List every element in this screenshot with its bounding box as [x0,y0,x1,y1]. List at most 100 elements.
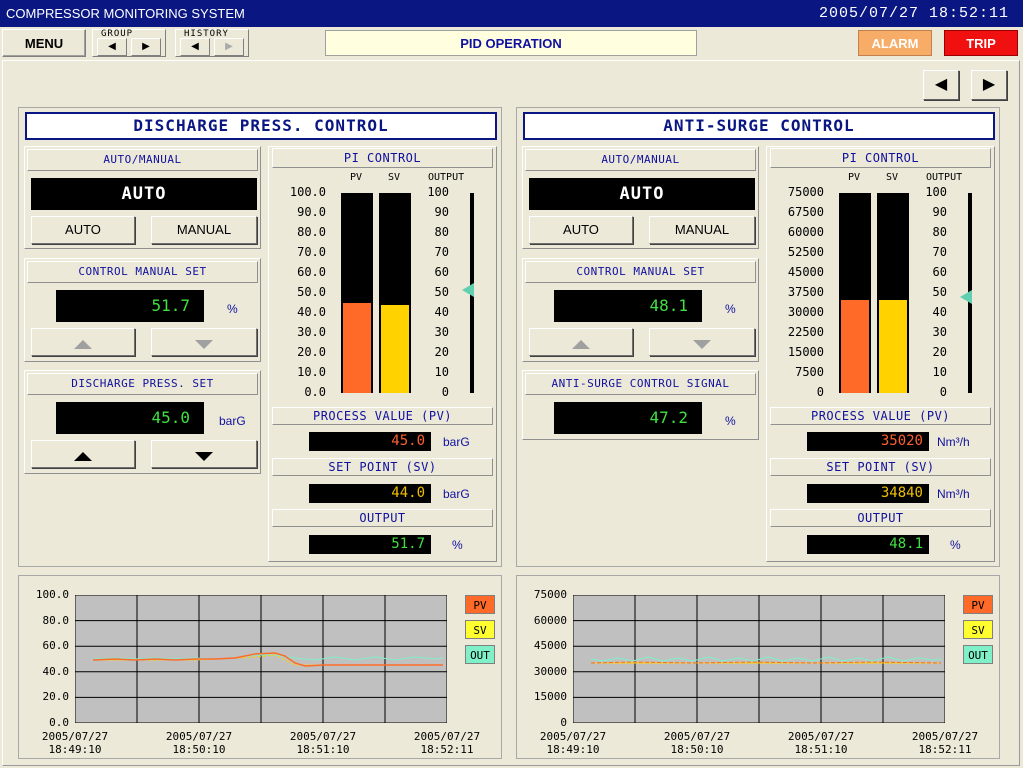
triangle-right-icon: ▶ [225,41,233,52]
control-manual-set-label: CONTROL MANUAL SET [525,261,756,283]
output-unit: % [452,538,463,552]
x-tick-date: 2005/07/27 [41,730,109,743]
scale-tick-label: 75000 [787,185,824,199]
scale-tick-label: 10.0 [297,365,326,379]
antisurge-title: ANTI-SURGE CONTROL [523,112,995,140]
y-tick-label: 20.0 [42,690,70,704]
scale-tick-label: 37500 [787,285,824,299]
output-scale-tick-label: 10 [434,365,449,379]
control-manual-set-value: 48.1 [554,290,702,322]
x-tick-label: 2005/07/27 18:49:10 [528,730,618,756]
antisurge-signal-unit: % [725,414,736,428]
set-point-unit: Nm³/h [937,487,970,501]
output-scale-tick-label: 0 [441,385,449,399]
x-tick-date: 2005/07/27 [413,730,481,743]
scale-tick-label: 7500 [795,365,824,379]
discharge-press-set-value: 45.0 [56,402,204,434]
discharge-press-set-label: DISCHARGE PRESS. SET [27,373,258,395]
trip-button[interactable]: TRIP [944,30,1018,56]
scale-tick-label: 52500 [787,245,824,259]
output-scale-tick-label: 20 [434,345,449,359]
output-scale-tick-label: 60 [434,265,449,279]
x-tick-time: 18:52:11 [918,743,972,756]
x-tick-time: 18:52:11 [420,743,474,756]
manual-set-down-button[interactable] [151,328,257,356]
process-value: 35020 [807,432,929,451]
x-tick-time: 18:51:10 [296,743,350,756]
alarm-button[interactable]: ALARM [858,30,932,56]
discharge-trend: 100.0 80.0 60.0 40.0 20.0 0.0 2005/07/27 18:49… [18,575,502,759]
group-next-button[interactable]: ▶ [131,38,161,56]
manual-button[interactable]: MANUAL [649,216,755,244]
x-tick-label: 2005/07/27 18:51:10 [278,730,368,756]
output-label: OUTPUT [770,509,991,527]
mode-display: AUTO [529,178,755,210]
output-scale-tick-label: 30 [434,325,449,339]
process-value-unit: barG [443,435,470,449]
antisurge-trend-plot [573,595,945,723]
auto-manual-label: AUTO/MANUAL [27,149,258,171]
sv-column-header: SV [388,172,401,183]
mode-display: AUTO [31,178,257,210]
triangle-left-icon: ◀ [191,41,199,52]
legend-out: OUT [465,645,495,664]
scale-tick-label: 30000 [787,305,824,319]
output-scale-tick-label: 60 [932,265,947,279]
scale-tick-label: 90.0 [297,205,326,219]
menu-button[interactable]: MENU [2,29,86,57]
output-scale-tick-label: 90 [932,205,947,219]
output-scale-tick-label: 70 [932,245,947,259]
scale-tick-label: 20.0 [297,345,326,359]
control-manual-set-label: CONTROL MANUAL SET [27,261,258,283]
antisurge-signal-label: ANTI-SURGE CONTROL SIGNAL [525,373,756,395]
legend-pv: PV [465,595,495,614]
output-scale-tick-label: 100 [427,185,449,199]
manual-button[interactable]: MANUAL [151,216,257,244]
x-tick-date: 2005/07/27 [165,730,233,743]
manual-set-up-button[interactable] [529,328,633,356]
scale-tick-label: 30.0 [297,325,326,339]
history-nav: HISTORY ◀ ▶ [175,29,249,57]
scale-tick-label: 50.0 [297,285,326,299]
page-prev-button[interactable]: ◀ [923,70,959,100]
triangle-down-icon [195,340,213,349]
x-tick-time: 18:50:10 [172,743,226,756]
x-tick-time: 18:51:10 [794,743,848,756]
press-set-up-button[interactable] [31,440,135,468]
group-prev-button[interactable]: ◀ [97,38,127,56]
pv-bar-track [341,193,373,393]
scale-tick-label: 0 [816,385,824,399]
output-scale-tick-label: 30 [932,325,947,339]
output-column-header: OUTPUT [428,172,465,183]
pv-column-header: PV [350,172,363,183]
set-point-unit: barG [443,487,470,501]
page-next-button[interactable]: ▶ [971,70,1007,100]
group-nav: GROUP ◀ ▶ [92,29,166,57]
auto-button[interactable]: AUTO [31,216,135,244]
legend-pv: PV [963,595,993,614]
sv-bar-track [877,193,909,393]
pi-control-label: PI CONTROL [770,148,991,168]
y-tick-label: 60.0 [42,639,70,653]
auto-button[interactable]: AUTO [529,216,633,244]
history-prev-button[interactable]: ◀ [180,38,210,56]
x-tick-time: 18:50:10 [670,743,724,756]
output-scale-tick-label: 40 [932,305,947,319]
output-scale-tick-label: 100 [925,185,947,199]
sv-bar [879,300,907,393]
scale-tick-label: 45000 [787,265,824,279]
output-scale-tick-label: 50 [932,285,947,299]
scale-tick-label: 22500 [787,325,824,339]
output-scale-tick-label: 70 [434,245,449,259]
set-point-value: 34840 [807,484,929,503]
set-point-label: SET POINT (SV) [272,458,493,476]
press-set-down-button[interactable] [151,440,257,468]
x-tick-date: 2005/07/27 [663,730,731,743]
manual-set-up-button[interactable] [31,328,135,356]
manual-set-down-button[interactable] [649,328,755,356]
y-tick-label: 80.0 [42,613,70,627]
history-next-button[interactable]: ▶ [214,38,244,56]
output-pointer-icon [960,289,972,304]
triangle-left-icon: ◀ [108,41,116,52]
sv-bar-track [379,193,411,393]
